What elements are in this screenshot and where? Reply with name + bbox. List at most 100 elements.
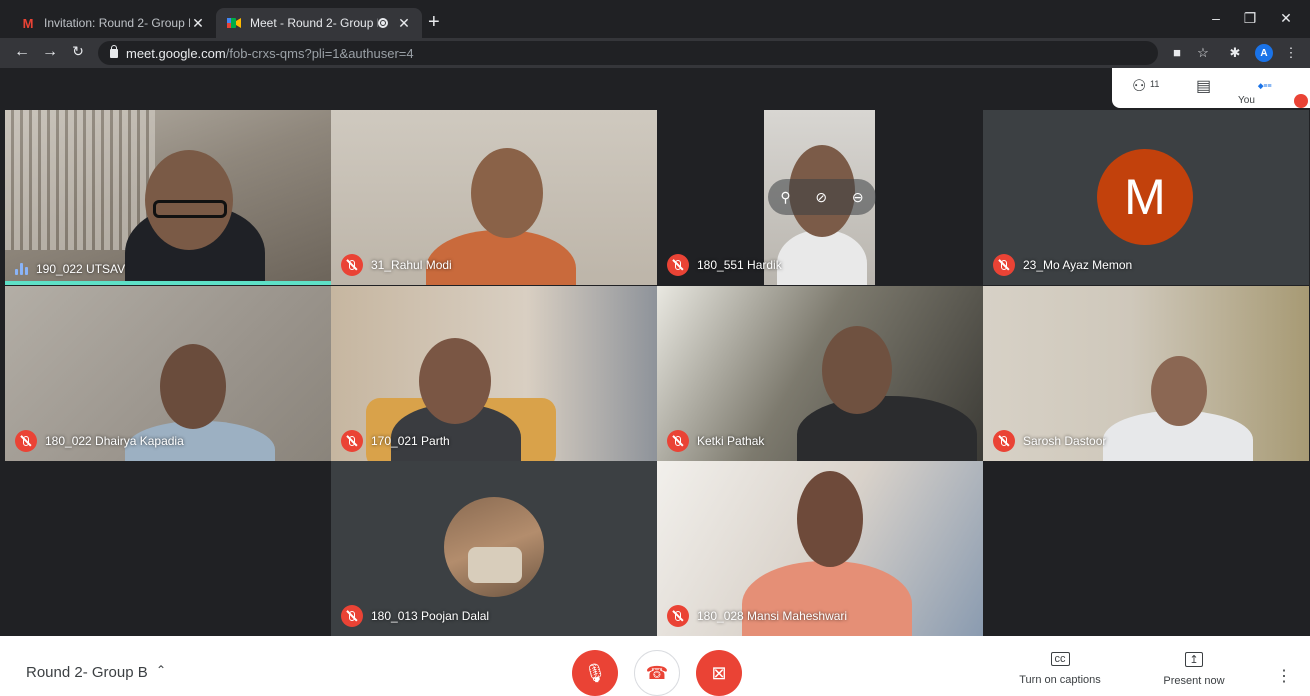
- tab-google-meet[interactable]: Meet - Round 2- Group B ✕: [216, 8, 422, 38]
- present-screen-icon: ↥: [1185, 652, 1203, 667]
- lock-icon: [110, 44, 118, 58]
- browser-toolbar: ← → ↻ meet.google.com/fob-crxs-qms?pli=1…: [0, 38, 1310, 68]
- participant-tile[interactable]: 180_028 Mansi Maheshwari: [657, 461, 983, 636]
- participant-avatar: M: [1097, 149, 1193, 245]
- participant-label: 180_022 Dhairya Kapadia: [15, 430, 184, 452]
- participant-tile[interactable]: Sarosh Dastoor: [983, 286, 1309, 461]
- hang-up-icon: ☎: [645, 662, 669, 683]
- participant-label: 180_551 Hardik: [667, 254, 782, 276]
- camera-in-use-icon[interactable]: ■: [1168, 45, 1186, 60]
- microphone-toggle-button[interactable]: 🎙︎: [572, 650, 618, 696]
- participant-tile[interactable]: Ketki Pathak: [657, 286, 983, 461]
- mic-off-icon: [667, 254, 689, 276]
- forward-arrow-icon[interactable]: →: [40, 43, 60, 61]
- participant-tile[interactable]: 190_022 UTSAV: [5, 110, 331, 285]
- self-mic-off-icon: [1294, 94, 1308, 108]
- mic-off-icon: [667, 430, 689, 452]
- bookmark-star-icon[interactable]: ☆: [1194, 45, 1212, 61]
- participant-name: 170_021 Parth: [371, 434, 450, 448]
- close-tab-icon[interactable]: ✕: [190, 15, 206, 32]
- address-bar[interactable]: meet.google.com/fob-crxs-qms?pli=1&authu…: [98, 41, 1158, 65]
- present-label: Present now: [1163, 675, 1225, 687]
- participant-head: [797, 471, 863, 567]
- back-arrow-icon[interactable]: ←: [12, 43, 32, 61]
- tab-title: Invitation: Round 2- Group B @ 5: [44, 16, 190, 30]
- participant-name: 190_022 UTSAV: [36, 262, 126, 276]
- participant-name: 180_551 Hardik: [697, 258, 782, 272]
- participant-label: 190_022 UTSAV: [15, 262, 125, 276]
- participant-head: [471, 148, 543, 238]
- tab-title: Meet - Round 2- Group B: [250, 16, 378, 30]
- more-options-icon[interactable]: ⋮: [1276, 666, 1292, 686]
- leave-call-button[interactable]: ☎: [634, 650, 680, 696]
- participant-label: Sarosh Dastoor: [993, 430, 1106, 452]
- participant-head: [1151, 356, 1207, 426]
- participant-label: 170_021 Parth: [341, 430, 450, 452]
- meet-control-bar: Round 2- Group B ⌃ 🎙︎ ☎ ⊠ cc Turn on cap…: [0, 636, 1310, 696]
- meet-stage: 190_022 UTSAV 31_Rahul Modi 180_551 Hard…: [0, 68, 1310, 636]
- mic-off-icon: [341, 254, 363, 276]
- participant-name: 31_Rahul Modi: [371, 258, 452, 272]
- glasses: [153, 200, 227, 218]
- close-tab-icon[interactable]: ✕: [396, 15, 412, 32]
- participant-label: 180_013 Poojan Dalal: [341, 605, 489, 627]
- closed-captions-icon: cc: [1050, 652, 1070, 666]
- extensions-puzzle-icon[interactable]: ✱: [1226, 45, 1244, 61]
- remove-participant-icon[interactable]: ⊖: [852, 189, 864, 206]
- close-window-button[interactable]: ✕: [1276, 10, 1296, 27]
- captions-label: Turn on captions: [1019, 674, 1101, 686]
- mute-participant-icon[interactable]: ⊘: [815, 189, 827, 206]
- meet-icon: [226, 15, 242, 31]
- participant-name: Sarosh Dastoor: [1023, 434, 1107, 448]
- chrome-menu-icon[interactable]: ⋮: [1282, 45, 1300, 61]
- captions-button[interactable]: cc Turn on captions: [1012, 652, 1108, 686]
- url-domain: meet.google.com: [126, 45, 226, 61]
- participant-tile[interactable]: 31_Rahul Modi: [331, 110, 657, 285]
- present-now-button[interactable]: ↥ Present now: [1154, 652, 1234, 687]
- participant-tile[interactable]: 170_021 Parth: [331, 286, 657, 461]
- participant-name: 23_Mo Ayaz Memon: [1023, 258, 1133, 272]
- pin-icon[interactable]: ⚲: [780, 189, 790, 206]
- participant-tile[interactable]: 180_022 Dhairya Kapadia: [5, 286, 331, 461]
- mic-off-icon: [993, 254, 1015, 276]
- reload-icon[interactable]: ↻: [68, 43, 88, 60]
- self-view-thumbnail[interactable]: ◆≡≡: [1258, 82, 1282, 92]
- chevron-up-icon[interactable]: ⌃: [156, 663, 166, 677]
- participant-body: [777, 230, 867, 285]
- participant-head: [419, 338, 491, 424]
- mic-off-icon: [667, 605, 689, 627]
- chat-icon[interactable]: ▤: [1196, 76, 1211, 96]
- camera-off-icon: ⊠: [711, 662, 727, 683]
- minimize-button[interactable]: –: [1206, 10, 1226, 26]
- mic-off-icon: [993, 430, 1015, 452]
- participant-name: 180_022 Dhairya Kapadia: [45, 434, 184, 448]
- mic-off-icon: [341, 605, 363, 627]
- browser-tab-strip: M Invitation: Round 2- Group B @ 5 ✕ Mee…: [0, 0, 1310, 38]
- recording-indicator-icon: [378, 18, 388, 28]
- url-path: /fob-crxs-qms?pli=1&authuser=4: [225, 45, 414, 61]
- participant-label: Ketki Pathak: [667, 430, 764, 452]
- participant-label: 23_Mo Ayaz Memon: [993, 254, 1132, 276]
- participant-body: [797, 396, 977, 461]
- participant-avatar: [444, 497, 544, 597]
- participant-name: 180_028 Mansi Maheshwari: [697, 609, 848, 623]
- participant-head: [822, 326, 892, 414]
- new-tab-button[interactable]: +: [428, 12, 440, 32]
- participant-label: 31_Rahul Modi: [341, 254, 452, 276]
- meeting-title[interactable]: Round 2- Group B: [26, 664, 148, 681]
- participant-label: 180_028 Mansi Maheshwari: [667, 605, 847, 627]
- camera-toggle-button[interactable]: ⊠: [696, 650, 742, 696]
- people-count: 11: [1150, 79, 1160, 89]
- participant-head: [160, 344, 226, 429]
- mic-off-icon: 🎙︎: [583, 662, 607, 683]
- active-speaker-bar: [5, 281, 331, 285]
- profile-avatar[interactable]: A: [1255, 44, 1273, 62]
- mic-off-icon: [341, 430, 363, 452]
- mic-off-icon: [15, 430, 37, 452]
- tab-gmail-invitation[interactable]: M Invitation: Round 2- Group B @ 5 ✕: [10, 8, 216, 38]
- speaking-indicator-icon: [15, 263, 28, 275]
- people-icon[interactable]: ⚇: [1132, 76, 1146, 96]
- maximize-button[interactable]: ❐: [1240, 10, 1260, 27]
- gmail-icon: M: [22, 15, 34, 31]
- tile-hover-controls: ⚲ ⊘ ⊖: [768, 179, 876, 215]
